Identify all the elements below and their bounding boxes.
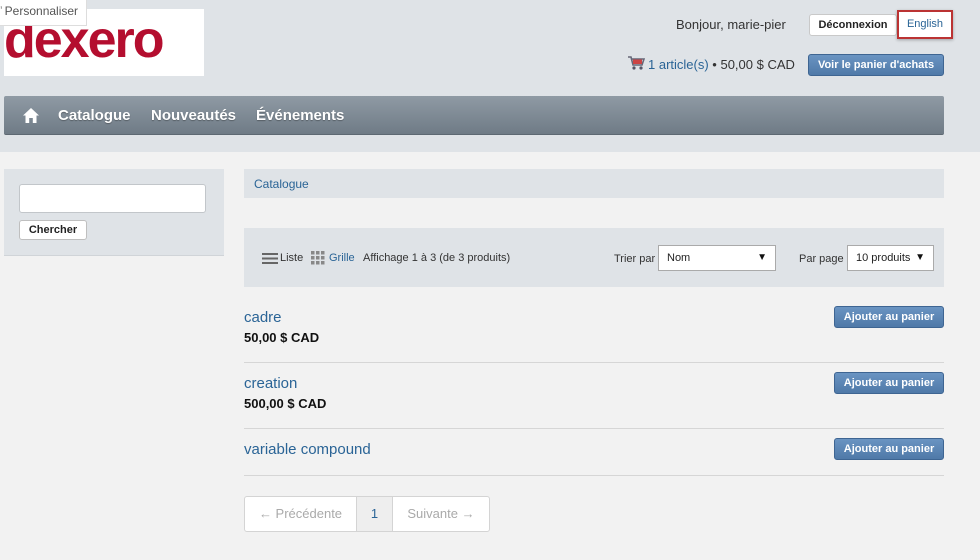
list-view-label[interactable]: Liste [280, 252, 303, 264]
product-price: 500,00 $ CAD [244, 396, 327, 411]
pagination: ← Précédente 1 Suivante → [244, 496, 490, 532]
previous-page-button[interactable]: ← Précédente [245, 497, 357, 531]
per-page-label: Par page [799, 253, 844, 265]
product-name[interactable]: creation [244, 375, 297, 392]
logout-button[interactable]: Déconnexion [809, 14, 897, 36]
per-page-select[interactable]: 10 produits ▼ [847, 245, 934, 271]
display-count: Affichage 1 à 3 (de 3 produits) [363, 252, 511, 264]
cart-total: • 50,00 $ CAD [708, 57, 795, 72]
chevron-down-icon: ▼ [757, 252, 767, 263]
chevron-down-icon: ▼ [915, 252, 925, 263]
breadcrumb-catalogue[interactable]: Catalogue [254, 177, 309, 191]
per-page-select-value: 10 produits [856, 252, 911, 264]
header: ʼ Personnaliser dexero Bonjour, marie-pie… [0, 0, 980, 152]
product-price: 50,00 $ CAD [244, 330, 320, 345]
grid-view-icon[interactable] [311, 251, 325, 265]
breadcrumb: Catalogue [244, 169, 944, 198]
page-1-button[interactable]: 1 [357, 497, 393, 531]
cart-summary: 1 article(s) • 50,00 $ CAD [648, 57, 795, 72]
search-button[interactable]: Chercher [19, 220, 87, 240]
customize-button[interactable]: ʼ Personnaliser [0, 0, 88, 26]
sort-select[interactable]: Nom ▼ [658, 245, 776, 271]
nav-item-catalogue[interactable]: Catalogue [58, 107, 131, 124]
grid-view-label[interactable]: Grille [329, 252, 355, 264]
cart-icon[interactable] [627, 55, 645, 71]
product-item: variable compound Ajouter au panier [244, 429, 944, 476]
nav-item-nouveautes[interactable]: Nouveautés [151, 107, 236, 124]
product-name[interactable]: variable compound [244, 441, 371, 458]
customize-label: Personnaliser [4, 4, 79, 18]
add-to-cart-button[interactable]: Ajouter au panier [834, 306, 944, 328]
add-to-cart-button[interactable]: Ajouter au panier [834, 438, 944, 460]
language-switch-button[interactable]: English [897, 10, 953, 39]
main-nav: Catalogue Nouveautés Événements [4, 96, 944, 135]
search-panel: Chercher [4, 169, 224, 256]
search-input[interactable] [19, 184, 206, 213]
product-item: cadre 50,00 $ CAD Ajouter au panier [244, 297, 944, 363]
home-icon[interactable] [22, 107, 40, 124]
view-cart-button[interactable]: Voir le panier d'achats [808, 54, 944, 76]
user-greeting: Bonjour, marie-pier [676, 17, 786, 32]
nav-item-evenements[interactable]: Événements [256, 107, 344, 124]
pencil-icon: ʼ [0, 4, 3, 18]
product-item: creation 500,00 $ CAD Ajouter au panier [244, 363, 944, 429]
sort-select-value: Nom [667, 252, 691, 264]
product-toolbar: Liste Grille Affichage 1 à 3 (de 3 produ… [244, 228, 944, 287]
cart-items-link[interactable]: 1 article(s) [648, 57, 709, 72]
next-page-button[interactable]: Suivante → [393, 497, 489, 531]
list-view-icon[interactable] [262, 252, 278, 265]
add-to-cart-button[interactable]: Ajouter au panier [834, 372, 944, 394]
sort-label: Trier par [614, 253, 656, 265]
product-name[interactable]: cadre [244, 309, 282, 326]
